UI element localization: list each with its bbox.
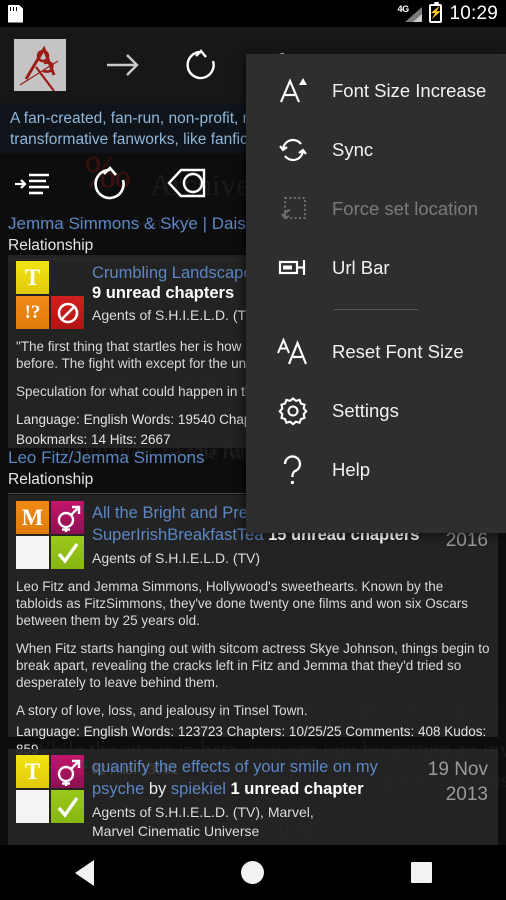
status-bar-right: 4G ⚡ 10:29 [397,2,498,25]
work-card[interactable]: 19 Nov 2013 T quantify the effects of yo… [8,749,498,845]
overflow-menu[interactable]: Font Size Increase Sync Force set locati… [246,54,506,533]
menu-item-label: Force set location [332,197,479,219]
blank-warning-icon [16,536,49,569]
work-title-line: quantify the effects of your smile on my… [92,756,392,800]
menu-item-label: Sync [332,138,374,160]
nav-recents-button[interactable] [387,853,457,893]
summary-paragraph: Leo Fitz and Jemma Simmons, Hollywood's … [16,579,469,628]
ao3-logo[interactable] [14,39,66,91]
work-meta: quantify the effects of your smile on my… [92,755,392,841]
rating-icon: M [16,501,49,534]
menu-item-settings[interactable]: Settings [246,381,506,440]
indent-list-icon[interactable] [8,161,56,207]
work-fandom[interactable]: Agents of S.H.I.E.L.D. (TV), Marvel, Mar… [92,803,392,841]
tag-icon[interactable] [164,161,212,207]
work-summary: Leo Fitz and Jemma Simmons, Hollywood's … [16,578,490,719]
sd-card-icon [8,4,23,23]
forward-arrow-icon[interactable] [102,44,144,86]
rating-icon: T [16,261,49,294]
summary-paragraph: A story of love, loss, and jealousy in T… [16,703,308,718]
menu-item-label: Help [332,458,371,480]
by-label: by [148,780,167,798]
work-date: 19 Nov 2013 [427,759,488,805]
refresh-icon[interactable] [180,44,222,86]
rating-icon: T [16,755,49,788]
gear-icon [270,394,316,428]
summary-paragraph: When Fitz starts hanging out with sitcom… [16,641,490,690]
work-icons: T !? [16,261,84,329]
status-bar-left [8,4,23,23]
work-unread: 1 unread chapter [230,780,364,798]
menu-item-font-size-increase[interactable]: Font Size Increase [246,61,506,120]
status-bar: 4G ⚡ 10:29 [0,0,506,27]
nav-home-button[interactable] [218,853,288,893]
menu-item-help[interactable]: Help [246,440,506,499]
network-type-label: 4G [397,4,409,14]
check-complete-icon [51,536,84,569]
font-increase-icon [270,74,316,108]
menu-item-label: Font Size Increase [332,79,487,101]
sync-icon [270,133,316,167]
menu-item-url-bar[interactable]: Url Bar [246,238,506,297]
app-root: 4G ⚡ 10:29 Archive of Our Own ‰ Fandoms … [0,0,506,900]
multi-color-category-icon [51,261,84,294]
nav-back-button[interactable] [49,853,119,893]
menu-item-sync[interactable]: Sync [246,120,506,179]
menu-item-label: Url Bar [332,256,390,278]
page-content: Archive of Our Own ‰ Fandoms Browse Sear… [0,27,506,845]
blank-warning-icon [16,790,49,823]
work-icons: T [16,755,84,841]
no-entry-icon [51,296,84,329]
question-mark-icon [270,453,316,487]
recents-square-icon [411,862,433,883]
het-gender-icon [51,755,84,788]
work-author[interactable]: SuperIrishBreakfastTea [92,526,264,544]
back-triangle-icon [74,859,94,886]
menu-item-reset-font-size[interactable]: Reset Font Size [246,322,506,381]
check-complete-icon [51,790,84,823]
system-nav-bar [0,845,506,900]
refresh-icon[interactable] [86,161,134,207]
work-icons: M [16,501,84,569]
home-circle-icon [241,861,265,884]
reset-font-size-icon [270,335,316,369]
work-header: T quantify the effects of your smile on … [16,755,490,841]
menu-divider [334,309,418,310]
signal-icon: 4G [397,4,423,22]
menu-item-label: Reset Font Size [332,340,464,362]
het-gender-icon [51,501,84,534]
menu-item-force-set-location: Force set location [246,179,506,238]
url-bar-icon [270,251,316,285]
battery-charging-icon: ⚡ [429,2,443,23]
menu-item-label: Settings [332,399,399,421]
force-set-location-icon [270,192,316,226]
warning-icon: !? [16,296,49,329]
work-author[interactable]: spiekiel [171,780,226,798]
status-clock: 10:29 [449,2,498,24]
